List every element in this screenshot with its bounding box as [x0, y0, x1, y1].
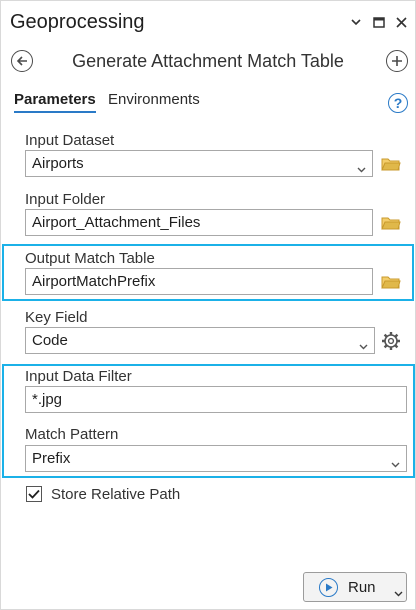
key-field-select[interactable]: Code	[25, 327, 375, 354]
folder-icon[interactable]	[381, 274, 401, 290]
pane-title: Geoprocessing	[10, 11, 145, 33]
tool-header: Generate Attachment Match Table	[1, 45, 415, 83]
match-pattern-select[interactable]: Prefix	[25, 445, 407, 472]
add-icon[interactable]	[386, 50, 408, 72]
input-data-filter-field[interactable]: *.jpg	[25, 386, 407, 413]
maximize-icon[interactable]	[371, 13, 387, 31]
run-button[interactable]: Run	[303, 572, 407, 602]
store-relative-path-checkbox[interactable]	[26, 486, 42, 502]
key-field-label: Key Field	[25, 309, 88, 326]
output-match-table-value: AirportMatchPrefix	[32, 273, 156, 290]
output-match-table-field[interactable]: AirportMatchPrefix	[25, 268, 373, 295]
tab-parameters[interactable]: Parameters	[14, 91, 96, 113]
match-pattern-value: Prefix	[32, 450, 71, 467]
input-folder-field[interactable]: Airport_Attachment_Files	[25, 209, 373, 236]
key-field-value: Code	[32, 332, 68, 349]
play-icon	[319, 578, 338, 597]
input-data-filter-label: Input Data Filter	[25, 368, 132, 385]
input-data-filter-value: *.jpg	[32, 391, 63, 408]
tab-bar: Parameters Environments	[1, 87, 415, 121]
help-icon[interactable]: ?	[388, 93, 408, 113]
folder-icon[interactable]	[381, 215, 401, 231]
input-dataset-label: Input Dataset	[25, 132, 115, 149]
output-match-table-label: Output Match Table	[25, 250, 155, 267]
chevron-down-icon	[359, 337, 368, 350]
geoprocessing-pane: Geoprocessing Generate Attachment Match …	[0, 0, 416, 610]
gear-icon[interactable]	[381, 331, 401, 351]
chevron-down-icon	[357, 160, 366, 173]
input-folder-value: Airport_Attachment_Files	[32, 214, 201, 231]
match-pattern-label: Match Pattern	[25, 426, 119, 443]
store-relative-path-label: Store Relative Path	[51, 486, 181, 503]
chevron-down-icon	[391, 455, 400, 468]
chevron-down-icon[interactable]	[394, 584, 403, 602]
input-dataset-select[interactable]: Airports	[25, 150, 373, 177]
folder-icon[interactable]	[381, 156, 401, 172]
run-label: Run	[348, 579, 376, 596]
tool-title: Generate Attachment Match Table	[72, 51, 344, 71]
title-bar: Geoprocessing	[1, 1, 415, 45]
checkmark-icon	[28, 489, 40, 499]
tab-environments[interactable]: Environments	[108, 91, 200, 108]
input-folder-label: Input Folder	[25, 191, 106, 208]
chevron-down-icon[interactable]	[348, 13, 364, 31]
input-dataset-value: Airports	[32, 155, 84, 172]
close-icon[interactable]	[393, 13, 409, 31]
